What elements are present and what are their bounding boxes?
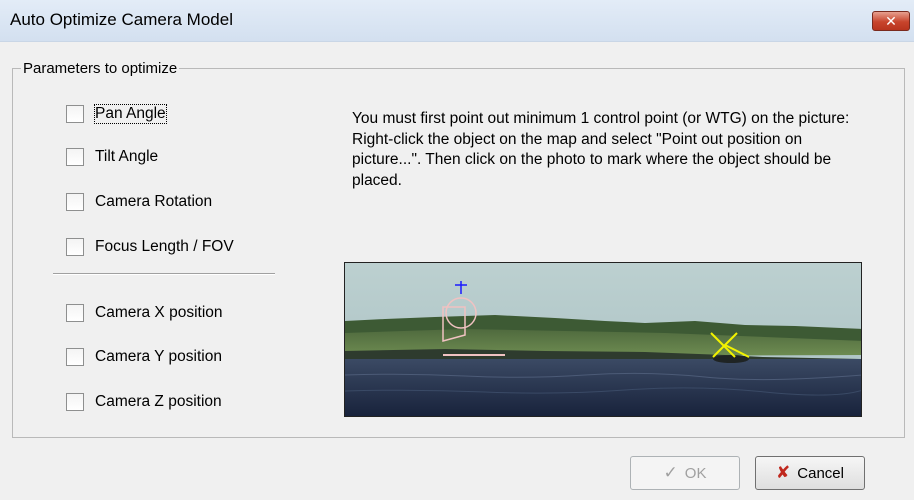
checkbox-box[interactable]	[66, 304, 84, 322]
cancel-button[interactable]: ✘ Cancel	[755, 456, 865, 490]
checkbox-label[interactable]: Camera Z position	[95, 393, 222, 411]
checkbox-label[interactable]: Pan Angle	[94, 104, 167, 124]
checkbox-label[interactable]: Camera Rotation	[95, 193, 212, 211]
checkbox-camera-x-position[interactable]: Camera X position	[66, 302, 223, 324]
checkbox-pan-angle[interactable]: Pan Angle	[66, 103, 167, 125]
camera-photo-preview[interactable]	[344, 262, 862, 417]
ok-button[interactable]: ✓ OK	[630, 456, 740, 490]
x-icon: ✘	[776, 463, 791, 482]
checkbox-box[interactable]	[66, 348, 84, 366]
checkbox-box[interactable]	[66, 193, 84, 211]
checkbox-label[interactable]: Tilt Angle	[95, 148, 158, 166]
photo-scene	[345, 263, 861, 416]
checkbox-box[interactable]	[66, 393, 84, 411]
groupbox-legend: Parameters to optimize	[21, 60, 180, 77]
checkbox-label[interactable]: Focus Length / FOV	[95, 238, 234, 256]
checkbox-label[interactable]: Camera Y position	[95, 348, 222, 366]
islet	[713, 355, 749, 363]
check-icon: ✓	[663, 463, 678, 482]
separator	[53, 273, 275, 275]
checkbox-box[interactable]	[66, 148, 84, 166]
checkbox-tilt-angle[interactable]: Tilt Angle	[66, 146, 158, 168]
checkbox-box[interactable]	[66, 238, 84, 256]
title-bar: Auto Optimize Camera Model ✕	[0, 0, 914, 42]
checkbox-camera-rotation[interactable]: Camera Rotation	[66, 191, 212, 213]
window-title: Auto Optimize Camera Model	[10, 10, 233, 29]
checkbox-camera-y-position[interactable]: Camera Y position	[66, 346, 222, 368]
cancel-label: Cancel	[797, 464, 844, 482]
sea	[345, 359, 861, 416]
close-button[interactable]: ✕	[872, 11, 910, 31]
checkbox-box[interactable]	[66, 105, 84, 123]
checkbox-label[interactable]: Camera X position	[95, 304, 223, 322]
close-icon: ✕	[885, 13, 897, 29]
ok-label: OK	[684, 464, 707, 482]
instructions-text: You must first point out minimum 1 contr…	[352, 110, 850, 189]
checkbox-focus-length-fov[interactable]: Focus Length / FOV	[66, 236, 234, 258]
checkbox-camera-z-position[interactable]: Camera Z position	[66, 391, 222, 413]
